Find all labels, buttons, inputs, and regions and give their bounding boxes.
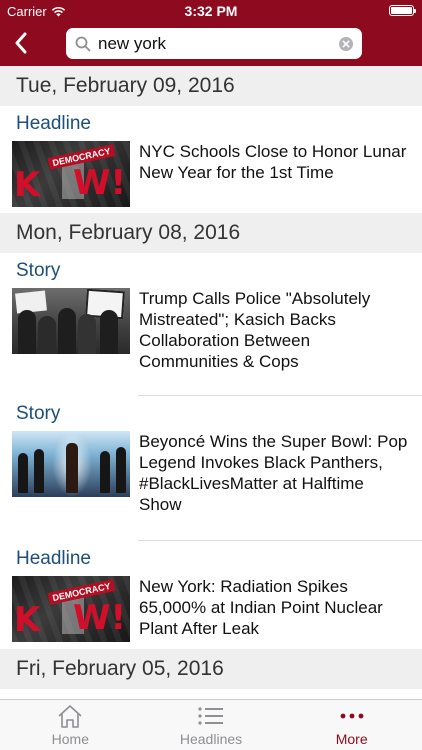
result-item[interactable]: K DEMOCRACY W! NYC Schools Close to Honor …: [0, 137, 422, 211]
result-item[interactable]: K DEMOCRACY W! New York: Radiation Spikes …: [0, 572, 422, 649]
tab-home[interactable]: Home: [0, 700, 141, 750]
list-icon: [198, 707, 223, 725]
tab-more[interactable]: More: [281, 700, 422, 750]
date-section-header: Fri, February 05, 2016: [0, 649, 422, 689]
chevron-left-icon: [15, 32, 27, 54]
result-item[interactable]: Trump Calls Police "Absolutely Mistreate…: [0, 284, 422, 395]
tab-headlines[interactable]: Headlines: [141, 700, 282, 750]
back-button[interactable]: [8, 28, 34, 58]
status-bar: Carrier 3:32 PM: [0, 0, 422, 22]
date-section-header: Mon, February 08, 2016: [0, 213, 422, 253]
item-title: Trump Calls Police "Absolutely Mistreate…: [139, 289, 371, 371]
date-section-header: Tue, February 09, 2016: [0, 66, 422, 106]
tab-label: Home: [51, 731, 90, 747]
item-title: Beyoncé Wins the Super Bowl: Pop Legend …: [139, 432, 408, 514]
more-icon: [340, 713, 364, 719]
item-type-label: Headline: [16, 548, 91, 569]
result-item[interactable]: Beyoncé Wins the Super Bowl: Pop Legend …: [0, 427, 422, 540]
tab-bar: Home Headlines More: [0, 699, 422, 750]
item-type-label: Headline: [16, 113, 91, 134]
protest-thumbnail: [12, 288, 130, 354]
home-icon: [58, 705, 82, 728]
item-type-label: Story: [16, 260, 61, 281]
status-time: 3:32 PM: [184, 3, 238, 19]
search-icon: [75, 36, 91, 51]
democracy-now-thumbnail: K DEMOCRACY W!: [12, 576, 130, 642]
battery-icon: [389, 5, 416, 16]
navigation-bar: Carrier 3:32 PM: [0, 0, 422, 66]
tab-label: Headlines: [179, 731, 243, 747]
search-input[interactable]: [98, 33, 338, 54]
item-title: New York: Radiation Spikes 65,000% at In…: [139, 577, 383, 638]
search-bar: [66, 28, 362, 59]
clear-icon[interactable]: [338, 36, 354, 52]
halftime-show-thumbnail: [12, 431, 130, 497]
search-results-list[interactable]: Tue, February 09, 2016 Headline K DEMOCRA…: [0, 66, 422, 699]
democracy-now-thumbnail: K DEMOCRACY W!: [12, 141, 130, 207]
tab-label: More: [335, 731, 368, 747]
item-title: NYC Schools Close to Honor Lunar New Yea…: [139, 142, 407, 182]
item-type-label: Story: [16, 403, 61, 424]
